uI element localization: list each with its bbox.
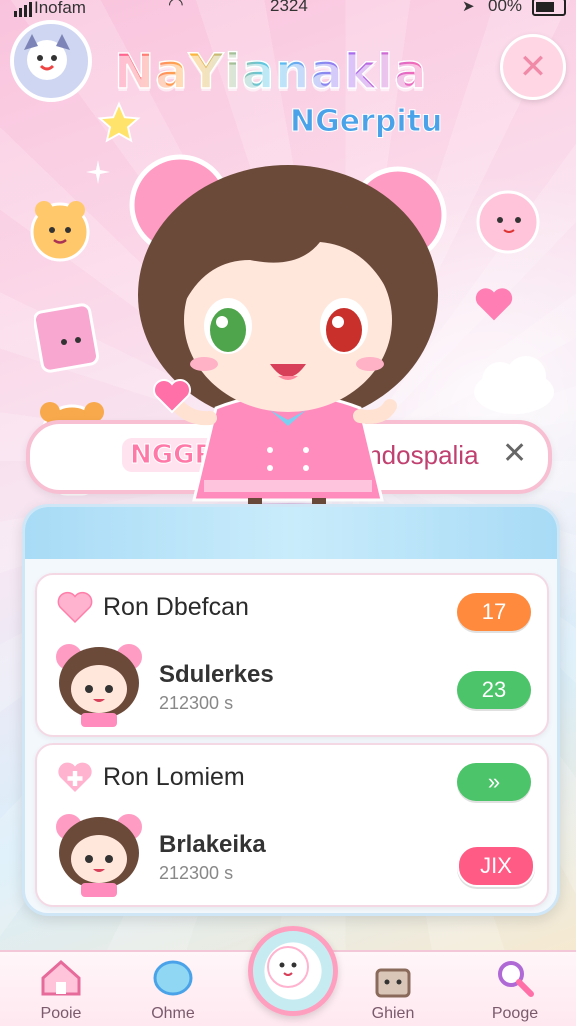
card-name: Sdulerkes [159,661,274,688]
app-title: NaYianakla [113,43,428,101]
results-panel: Ron Dbefcan Sdulerkes 212300 s 17 23 Ron… [22,504,560,916]
battery-percent: 00% [488,0,523,15]
card-title: Ron Lomiem [103,763,245,791]
nav-item-shop[interactable]: Ghien [348,958,438,1023]
clear-search-button[interactable]: ✕ [502,436,527,471]
card-subtext: 212300 s [159,693,234,713]
close-icon: ✕ [518,48,548,86]
score-badge[interactable]: 23 [457,671,531,709]
nav-label: Pooge [491,1005,539,1022]
nav-item-search[interactable]: Pooge [470,958,560,1023]
nav-label: Pooie [40,1005,82,1022]
search-icon [498,961,534,997]
nav-label: Ghien [371,1005,415,1022]
wifi-icon: ◠ [168,0,184,14]
location-icon: ➤ [462,0,475,15]
avatar [54,642,144,727]
battery-icon [532,0,566,16]
plus-icon [58,762,92,792]
heart-icon [57,591,93,624]
list-item[interactable]: Ron Lomiem Brlakeika 212300 s » JIX [35,743,549,907]
list-item[interactable]: Ron Dbefcan Sdulerkes 212300 s 17 23 [35,573,549,737]
nav-item-chat[interactable]: Ohme [128,958,218,1023]
bag-icon [375,968,411,998]
carrier-label: Inofam [34,0,86,17]
bubble-icon [153,960,193,996]
profile-avatar[interactable] [10,20,92,102]
status-time: 2324 [270,0,308,15]
forward-badge[interactable]: » [457,763,531,801]
cloud-icon [474,356,554,414]
count-badge[interactable]: 17 [457,593,531,631]
cat-sticker-icon [476,190,540,254]
center-action-button[interactable] [248,926,338,1016]
panel-header [25,507,557,559]
home-icon [41,959,81,996]
bear-sticker-icon [30,201,90,262]
mascot-icon [267,946,309,988]
heart-icon [475,288,513,321]
mascot-character-illustration [129,154,447,527]
status-bar: Inofam ◠ 2324 ➤ 00% [0,0,576,22]
star-icon [97,101,141,143]
app-subtitle: NGerpitu [289,104,443,140]
sparkle-icon [86,160,110,184]
close-button[interactable]: ✕ [500,34,566,100]
signal-icon [14,2,32,17]
card-name: Brlakeika [159,831,266,858]
card-title: Ron Dbefcan [103,593,249,621]
card-subtext: 212300 s [159,863,234,883]
close-icon: ✕ [502,437,528,470]
nav-label: Ohme [151,1005,195,1022]
gift-card-icon [34,303,100,373]
avatar [54,812,144,897]
nav-item-home[interactable]: Pooie [16,958,106,1023]
action-badge[interactable]: JIX [457,845,535,887]
